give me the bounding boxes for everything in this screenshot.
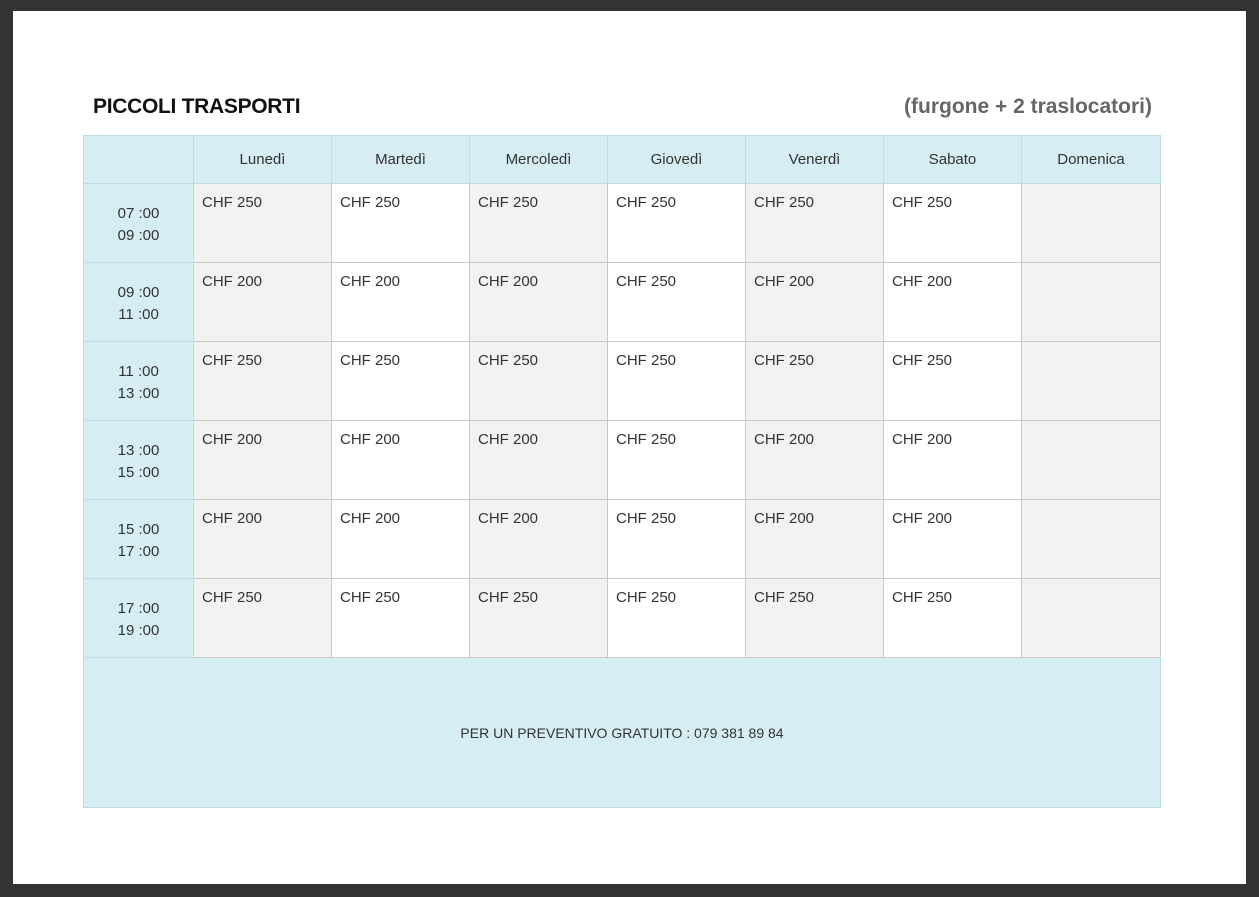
price-cell: CHF 200 — [469, 499, 608, 579]
price-cell: CHF 250 — [607, 183, 746, 263]
time-start: 11 :00 — [118, 363, 159, 380]
document-page: PICCOLI TRASPORTI (furgone + 2 traslocat… — [13, 11, 1246, 884]
table-row: 13 :00 15 :00 CHF 200 CHF 200 CHF 200 CH… — [83, 420, 1161, 500]
corner-header-cell — [83, 135, 194, 184]
time-slot-cell: 17 :00 19 :00 — [83, 578, 194, 658]
price-cell: CHF 250 — [469, 578, 608, 658]
price-cell: CHF 200 — [193, 499, 332, 579]
price-cell — [1021, 183, 1161, 263]
price-cell: CHF 250 — [193, 578, 332, 658]
time-end: 11 :00 — [118, 306, 159, 323]
page-subtitle: (furgone + 2 traslocatori) — [904, 95, 1152, 118]
price-cell: CHF 250 — [469, 183, 608, 263]
day-header: Martedì — [331, 135, 470, 184]
price-cell: CHF 250 — [745, 341, 884, 421]
price-cell: CHF 200 — [331, 499, 470, 579]
price-cell: CHF 250 — [607, 262, 746, 342]
price-cell: CHF 250 — [331, 341, 470, 421]
price-cell: CHF 200 — [331, 262, 470, 342]
time-end: 15 :00 — [117, 464, 160, 481]
time-end: 17 :00 — [117, 543, 160, 560]
time-slot-cell: 09 :00 11 :00 — [83, 262, 194, 342]
time-end: 19 :00 — [117, 622, 160, 639]
day-header: Lunedì — [193, 135, 332, 184]
table-row: 11 :00 13 :00 CHF 250 CHF 250 CHF 250 CH… — [83, 341, 1161, 421]
price-cell: CHF 200 — [883, 499, 1022, 579]
price-cell — [1021, 420, 1161, 500]
day-header: Venerdì — [745, 135, 884, 184]
price-cell: CHF 200 — [883, 420, 1022, 500]
price-cell: CHF 250 — [331, 578, 470, 658]
table-row: 17 :00 19 :00 CHF 250 CHF 250 CHF 250 CH… — [83, 578, 1161, 658]
price-schedule-table: Lunedì Martedì Mercoledì Giovedì Venerdì… — [83, 135, 1161, 808]
price-cell: CHF 250 — [745, 183, 884, 263]
price-cell: CHF 200 — [469, 262, 608, 342]
price-cell: CHF 200 — [469, 420, 608, 500]
table-row: 07 :00 09 :00 CHF 250 CHF 250 CHF 250 CH… — [83, 183, 1161, 263]
time-start: 15 :00 — [117, 521, 160, 538]
price-cell — [1021, 262, 1161, 342]
price-cell: CHF 250 — [607, 341, 746, 421]
price-cell: CHF 250 — [745, 578, 884, 658]
price-cell: CHF 250 — [883, 183, 1022, 263]
page-title: PICCOLI TRASPORTI — [93, 95, 301, 118]
price-cell: CHF 250 — [607, 420, 746, 500]
price-cell: CHF 250 — [469, 341, 608, 421]
price-cell: CHF 200 — [745, 262, 884, 342]
price-cell: CHF 200 — [745, 420, 884, 500]
price-cell: CHF 200 — [193, 262, 332, 342]
time-end: 13 :00 — [117, 385, 160, 402]
time-start: 09 :00 — [117, 284, 160, 301]
table-header-row: Lunedì Martedì Mercoledì Giovedì Venerdì… — [83, 135, 1161, 184]
contact-footer: PER UN PREVENTIVO GRATUITO : 079 381 89 … — [83, 657, 1161, 808]
price-cell: CHF 250 — [883, 578, 1022, 658]
day-header: Domenica — [1021, 135, 1161, 184]
time-start: 17 :00 — [117, 600, 160, 617]
time-slot-cell: 11 :00 13 :00 — [83, 341, 194, 421]
time-slot-cell: 15 :00 17 :00 — [83, 499, 194, 579]
price-cell: CHF 250 — [193, 341, 332, 421]
table-row: 15 :00 17 :00 CHF 200 CHF 200 CHF 200 CH… — [83, 499, 1161, 579]
price-cell: CHF 250 — [193, 183, 332, 263]
time-start: 07 :00 — [117, 205, 160, 222]
day-header: Giovedì — [607, 135, 746, 184]
price-cell — [1021, 499, 1161, 579]
day-header: Mercoledì — [469, 135, 608, 184]
price-cell: CHF 250 — [607, 499, 746, 579]
price-cell: CHF 250 — [331, 183, 470, 263]
price-cell — [1021, 578, 1161, 658]
table-row: 09 :00 11 :00 CHF 200 CHF 200 CHF 200 CH… — [83, 262, 1161, 342]
time-slot-cell: 07 :00 09 :00 — [83, 183, 194, 263]
price-cell: CHF 200 — [193, 420, 332, 500]
price-cell: CHF 200 — [883, 262, 1022, 342]
table-footer-row: PER UN PREVENTIVO GRATUITO : 079 381 89 … — [83, 657, 1161, 808]
price-cell — [1021, 341, 1161, 421]
price-cell: CHF 200 — [331, 420, 470, 500]
price-cell: CHF 250 — [607, 578, 746, 658]
price-cell: CHF 200 — [745, 499, 884, 579]
time-slot-cell: 13 :00 15 :00 — [83, 420, 194, 500]
price-cell: CHF 250 — [883, 341, 1022, 421]
time-start: 13 :00 — [117, 442, 160, 459]
day-header: Sabato — [883, 135, 1022, 184]
time-end: 09 :00 — [117, 227, 160, 244]
